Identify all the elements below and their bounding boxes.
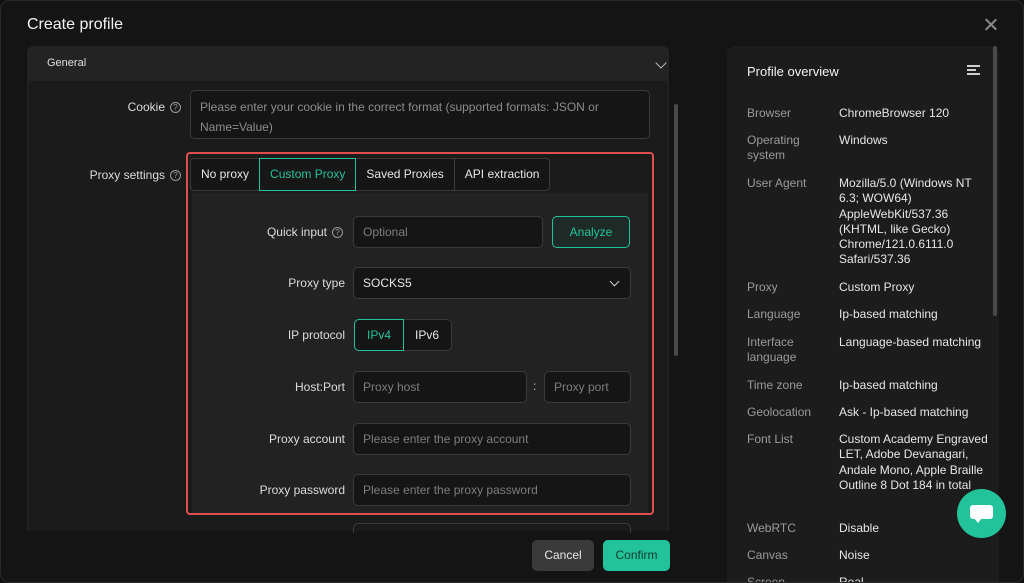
cookie-row-label: Cookie? xyxy=(101,100,181,114)
chevron-up-icon[interactable] xyxy=(655,57,667,69)
overview-value: ChromeBrowser 120 xyxy=(839,106,950,120)
overview-value: Real xyxy=(839,575,864,583)
close-icon[interactable] xyxy=(981,15,1001,35)
proxy-settings-row-label: Proxy settings? xyxy=(61,168,181,182)
next-field-partial[interactable] xyxy=(353,523,631,533)
overview-key: Browser xyxy=(747,106,792,120)
tab-custom-proxy[interactable]: Custom Proxy xyxy=(259,158,357,191)
overview-value: Noise xyxy=(839,548,870,562)
cookie-label: Cookie xyxy=(127,100,165,114)
overview-key: WebRTC xyxy=(747,521,796,535)
overview-value: Ask - Ip-based matching xyxy=(839,405,969,419)
general-section-label: General xyxy=(47,57,87,69)
overview-key: Time zone xyxy=(747,378,803,392)
chat-icon xyxy=(970,505,993,519)
overview-key: Operating system xyxy=(747,133,800,162)
form-scrollbar[interactable] xyxy=(674,104,678,356)
overview-key: Screen xyxy=(747,575,786,583)
help-icon[interactable]: ? xyxy=(170,102,181,113)
ipv4-option[interactable]: IPv4 xyxy=(354,319,405,351)
modal-title: Create profile xyxy=(27,16,124,33)
overview-value: Language-based matching xyxy=(839,335,982,349)
overview-value: Windows xyxy=(839,133,888,147)
overview-scrollbar[interactable] xyxy=(993,46,997,316)
cookie-textarea[interactable]: Please enter your cookie in the correct … xyxy=(190,90,650,139)
collapse-menu-icon[interactable] xyxy=(967,64,980,76)
highlight-frame xyxy=(186,152,654,515)
overview-key: Canvas xyxy=(747,548,788,562)
overview-key: Interface language xyxy=(747,335,797,364)
overview-title: Profile overview xyxy=(747,64,839,79)
overview-value: Custom Proxy xyxy=(839,280,915,294)
overview-key: Geolocation xyxy=(747,405,812,419)
overview-key: Font List xyxy=(747,432,794,446)
overview-value: Ip-based matching xyxy=(839,378,938,392)
overview-key: User Agent xyxy=(747,176,807,190)
chat-icon-tail xyxy=(974,518,982,523)
cancel-button[interactable]: Cancel xyxy=(532,540,594,571)
overview-value: Mozilla/5.0 (Windows NT 6.3; WOW64) Appl… xyxy=(839,176,972,267)
overview-key: Proxy xyxy=(747,280,778,294)
general-section-header[interactable]: General xyxy=(27,46,669,81)
proxy-settings-label: Proxy settings xyxy=(89,168,165,182)
create-profile-modal: Create profile General Cookie? Please en… xyxy=(0,0,1024,583)
help-icon[interactable]: ? xyxy=(170,170,181,181)
chat-button[interactable] xyxy=(957,489,1006,538)
confirm-button[interactable]: Confirm xyxy=(603,540,670,571)
overview-value: Ip-based matching xyxy=(839,307,938,321)
overview-key: Language xyxy=(747,307,801,321)
overview-value: Custom Academy Engraved LET, Adobe Devan… xyxy=(839,432,988,492)
